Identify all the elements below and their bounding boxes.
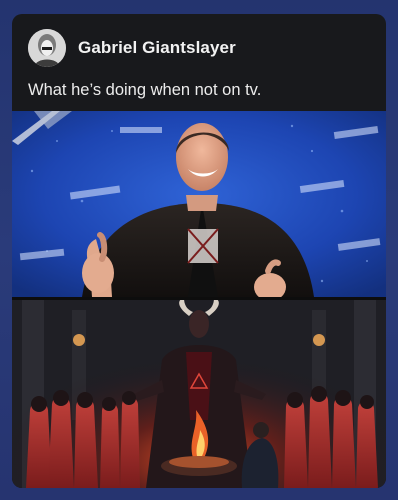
avatar-image <box>28 29 66 67</box>
author-name[interactable]: Gabriel Giantslayer <box>78 38 236 58</box>
post-card: Gabriel Giantslayer What he’s doing when… <box>12 14 386 488</box>
post-header: Gabriel Giantslayer What he’s doing when… <box>12 14 386 99</box>
author-avatar[interactable] <box>28 29 66 67</box>
illustration-ritual <box>12 300 386 488</box>
meme-top-panel <box>12 111 386 297</box>
meme-image[interactable] <box>12 111 386 488</box>
meme-bottom-panel <box>12 300 386 488</box>
photo-award-backdrop <box>12 111 386 297</box>
post-caption: What he’s doing when not on tv. <box>28 81 262 99</box>
